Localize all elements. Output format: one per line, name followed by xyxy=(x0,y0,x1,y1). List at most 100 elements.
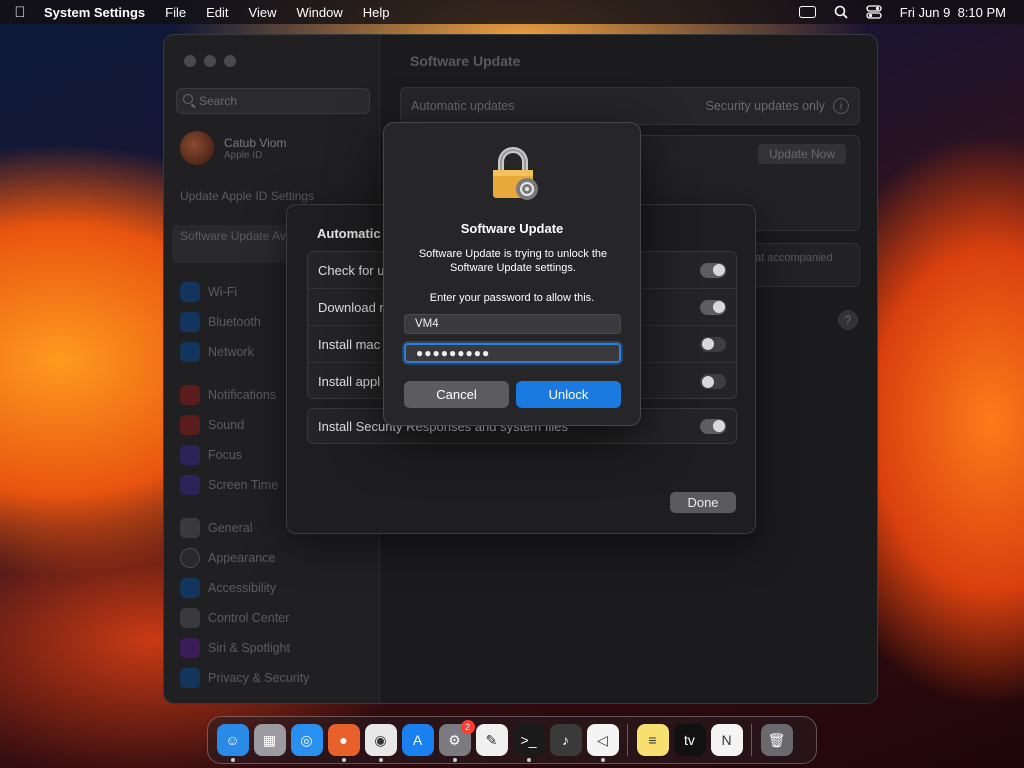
dock-separator xyxy=(751,724,752,756)
running-indicator xyxy=(600,758,605,762)
focus-icon xyxy=(180,445,200,465)
menu-app-name[interactable]: System Settings xyxy=(40,5,155,20)
sidebar-item-notifications[interactable]: Notifications xyxy=(180,385,276,405)
clock-text[interactable]: Fri Jun 9 8:10 PM xyxy=(900,5,1006,20)
install-app-updates-toggle[interactable] xyxy=(700,374,726,389)
sidebar-search-input[interactable]: Search xyxy=(176,88,370,114)
sidebar-item-appearance[interactable]: Appearance xyxy=(180,548,275,568)
sidebar-item-focus[interactable]: Focus xyxy=(180,445,242,465)
unlock-button[interactable]: Unlock xyxy=(516,381,621,408)
sidebar-item-label: Network xyxy=(208,345,254,359)
control-center-icon[interactable] xyxy=(866,5,882,19)
automatic-updates-row[interactable]: Automatic updates Security updates only … xyxy=(400,87,860,125)
sidebar-item-network[interactable]: Network xyxy=(180,342,254,362)
apple-id-account[interactable]: Catub Viom Apple ID xyxy=(180,131,286,165)
account-name: Catub Viom xyxy=(224,135,287,150)
running-indicator xyxy=(378,758,383,762)
network-icon xyxy=(180,342,200,362)
safari-icon[interactable]: ◎ xyxy=(290,724,323,756)
option-label: Check for u xyxy=(318,262,385,278)
screen-time-icon xyxy=(180,475,200,495)
accessibility-icon xyxy=(180,578,200,598)
running-indicator xyxy=(341,758,346,762)
sidebar-item-label: Bluetooth xyxy=(208,315,261,329)
notes-icon[interactable]: ≡ xyxy=(636,724,669,756)
check-updates-toggle[interactable] xyxy=(700,262,726,278)
apple-menu-icon[interactable]:  xyxy=(0,4,40,21)
menu-edit[interactable]: Edit xyxy=(196,5,238,20)
chrome-icon[interactable]: ◉ xyxy=(364,724,397,762)
launchpad-icon[interactable]: ▦ xyxy=(253,724,286,756)
appearance-icon xyxy=(180,548,200,568)
password-field[interactable]: ●●●●●●●●● xyxy=(404,343,621,363)
sidebar-item-label: Screen Time xyxy=(208,478,279,492)
sound-icon xyxy=(180,415,200,435)
install-macos-toggle[interactable] xyxy=(700,336,726,352)
sidebar-item-general[interactable]: General xyxy=(180,518,252,538)
apple-tv-icon[interactable]: tv xyxy=(673,724,706,756)
sidebar-item-label: Accessibility xyxy=(208,581,277,595)
help-button[interactable]: ? xyxy=(838,310,858,330)
dialog-prompt: Enter your password to allow this. xyxy=(429,292,595,304)
sidebar-item-label: General xyxy=(208,521,253,535)
automatic-updates-label: Automatic updates xyxy=(411,99,515,113)
sidebar-item-screen-time[interactable]: Screen Time xyxy=(180,475,278,495)
finder-icon[interactable]: ☺ xyxy=(216,724,249,762)
vscode-icon[interactable]: ◁ xyxy=(586,724,619,762)
system-settings-icon[interactable]: ⚙ 2 xyxy=(438,720,475,762)
info-icon[interactable]: i xyxy=(833,98,849,114)
screen-mirroring-icon[interactable] xyxy=(798,6,816,18)
sidebar-item-label: Siri & Spotlight xyxy=(208,641,290,655)
firefox-icon[interactable]: ● xyxy=(327,724,360,762)
sidebar-item-control-center[interactable]: Control Center xyxy=(180,608,289,628)
download-updates-toggle[interactable] xyxy=(700,299,726,315)
sidebar-item-label: Sound xyxy=(208,418,245,432)
privacy-icon xyxy=(180,668,200,688)
minimize-button[interactable] xyxy=(204,55,216,67)
lock-icon xyxy=(489,145,541,201)
sidebar-item-wifi[interactable]: Wi-Fi xyxy=(180,282,237,302)
sidebar-item-bluetooth[interactable]: Bluetooth xyxy=(180,312,261,332)
menu-file[interactable]: File xyxy=(155,5,196,20)
option-label: Download n xyxy=(318,299,387,315)
automatic-updates-value: Security updates only xyxy=(705,99,825,113)
sidebar-item-label: Notifications xyxy=(208,388,277,402)
sheet-title: Automatic xyxy=(317,226,381,241)
close-button[interactable] xyxy=(184,55,196,67)
menu-help[interactable]: Help xyxy=(353,5,400,20)
zoom-button[interactable] xyxy=(224,55,236,67)
notifications-icon xyxy=(180,385,200,405)
sidebar-item-label: Privacy & Security xyxy=(208,671,310,685)
security-responses-toggle[interactable] xyxy=(700,418,726,434)
done-button[interactable]: Done xyxy=(670,492,736,513)
menu-view[interactable]: View xyxy=(239,5,287,20)
menu-window[interactable]: Window xyxy=(286,5,352,20)
sidebar-item-label: Focus xyxy=(208,448,243,462)
sidebar-item-label: Control Center xyxy=(208,611,290,625)
terminal-icon[interactable]: >_ xyxy=(512,724,545,762)
control-center-icon xyxy=(180,608,200,628)
update-apple-id-link[interactable]: Update Apple ID Settings xyxy=(180,189,360,204)
running-indicator xyxy=(526,758,531,762)
account-subtitle: Apple ID xyxy=(224,149,263,161)
app-store-icon[interactable]: A xyxy=(401,724,434,756)
garageband-icon[interactable]: ♪ xyxy=(549,724,582,756)
sidebar-item-label: Appearance xyxy=(208,551,276,565)
username-field[interactable]: VM4 xyxy=(404,314,621,334)
sidebar-item-sound[interactable]: Sound xyxy=(180,415,244,435)
dialog-message: Software Update is trying to unlock the … xyxy=(418,248,608,274)
sidebar-item-privacy-security[interactable]: Privacy & Security xyxy=(180,668,309,688)
wifi-icon xyxy=(180,282,200,302)
notification-badge: 2 xyxy=(460,720,475,734)
update-now-button[interactable]: Update Now xyxy=(758,144,846,164)
sidebar-item-label: Wi-Fi xyxy=(208,285,238,299)
sidebar-item-accessibility[interactable]: Accessibility xyxy=(180,578,276,598)
news-icon[interactable]: N xyxy=(710,724,743,756)
sidebar-item-siri-spotlight[interactable]: Siri & Spotlight xyxy=(180,638,290,658)
cancel-button[interactable]: Cancel xyxy=(404,381,509,408)
textedit-icon[interactable]: ✎ xyxy=(475,724,508,756)
spotlight-icon[interactable] xyxy=(834,5,848,19)
option-label: Install appl xyxy=(318,374,381,389)
dialog-title: Software Update xyxy=(460,221,564,236)
trash-icon[interactable]: 🗑 xyxy=(760,724,793,756)
